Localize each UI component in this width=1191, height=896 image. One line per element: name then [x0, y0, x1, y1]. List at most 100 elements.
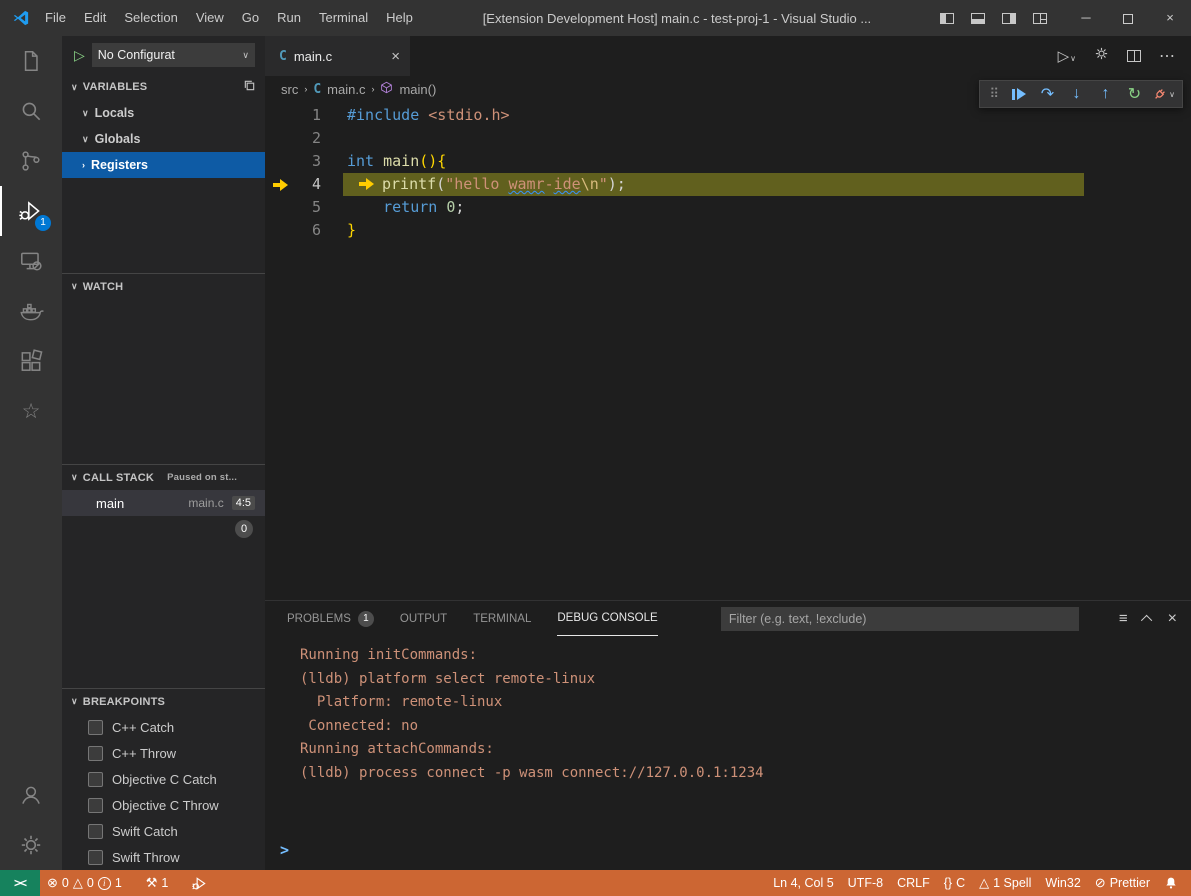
- maximize-button[interactable]: [1107, 0, 1149, 36]
- debug-status[interactable]: [185, 870, 214, 896]
- variables-item-globals[interactable]: ∨ Globals: [62, 126, 265, 152]
- maximize-panel-icon[interactable]: [1141, 614, 1152, 625]
- menu-selection[interactable]: Selection: [115, 0, 186, 36]
- problems-status[interactable]: ⊗ 0 △ 0 i 1: [40, 870, 129, 896]
- problems-label: PROBLEMS: [287, 613, 351, 625]
- customize-layout-icon[interactable]: [1033, 13, 1047, 24]
- code-editor[interactable]: 1 #include <stdio.h> 2 3 int main(){ 4 p…: [265, 102, 1191, 600]
- formatter-status[interactable]: ⊘ Prettier: [1088, 875, 1157, 891]
- gutter-glyph[interactable]: [265, 150, 295, 173]
- console-prompt[interactable]: >: [280, 839, 1191, 871]
- breadcrumb-symbol[interactable]: main(): [399, 82, 436, 97]
- toggle-secondary-sidebar-icon[interactable]: [1002, 13, 1016, 24]
- encoding-indicator[interactable]: UTF-8: [841, 876, 890, 890]
- settings-gear-icon[interactable]: [0, 820, 62, 870]
- tools-status[interactable]: ⚒ 1: [139, 870, 176, 896]
- breakpoint-objc-throw[interactable]: Objective C Throw: [62, 792, 265, 818]
- launch-config-dropdown[interactable]: No Configurat ∨: [92, 43, 255, 67]
- start-debug-icon[interactable]: ▷: [74, 47, 85, 64]
- search-icon[interactable]: [0, 86, 62, 136]
- run-and-debug-icon[interactable]: 1: [0, 186, 62, 236]
- variables-item-locals[interactable]: ∨ Locals: [62, 100, 265, 126]
- breakpoint-cpp-throw[interactable]: C++ Throw: [62, 740, 265, 766]
- settings-gear-icon[interactable]: [1094, 46, 1109, 66]
- explorer-icon[interactable]: [0, 36, 62, 86]
- tab-output[interactable]: OUTPUT: [400, 601, 447, 636]
- step-into-button[interactable]: ↓: [1062, 85, 1091, 103]
- minimize-button[interactable]: ─: [1065, 0, 1107, 36]
- wamr-extension-star-icon[interactable]: ☆: [0, 386, 62, 436]
- close-panel-icon[interactable]: ×: [1168, 610, 1177, 628]
- vscode-window: File Edit Selection View Go Run Terminal…: [0, 0, 1191, 896]
- menu-help[interactable]: Help: [377, 0, 422, 36]
- source-control-icon[interactable]: [0, 136, 62, 186]
- gutter-glyph[interactable]: [265, 127, 295, 150]
- current-line-pointer-icon[interactable]: [265, 173, 295, 196]
- output-label: OUTPUT: [400, 613, 447, 625]
- tab-terminal[interactable]: TERMINAL: [473, 601, 531, 636]
- spell-checker-status[interactable]: △ 1 Spell: [972, 875, 1038, 891]
- filter-icon[interactable]: ≡: [1119, 610, 1128, 627]
- step-out-button[interactable]: ↑: [1091, 85, 1120, 103]
- tab-close-icon[interactable]: ×: [391, 48, 400, 65]
- close-button[interactable]: ×: [1149, 0, 1191, 36]
- maximize-icon: [1123, 14, 1133, 24]
- restart-button[interactable]: ↻: [1120, 84, 1149, 104]
- chevron-right-icon: ›: [82, 160, 85, 170]
- breakpoints-section-header[interactable]: ∨ BREAKPOINTS: [62, 688, 265, 714]
- gutter-glyph[interactable]: [265, 219, 295, 242]
- breadcrumb-folder[interactable]: src: [281, 82, 298, 97]
- language-mode[interactable]: {} C: [937, 876, 972, 890]
- copy-icon[interactable]: [243, 79, 256, 95]
- remote-explorer-icon[interactable]: [0, 236, 62, 286]
- remote-indicator[interactable]: ><: [0, 870, 40, 896]
- step-over-button[interactable]: ↷: [1033, 84, 1062, 104]
- checkbox-icon[interactable]: [88, 824, 103, 839]
- breakpoint-objc-catch[interactable]: Objective C Catch: [62, 766, 265, 792]
- toggle-panel-icon[interactable]: [971, 13, 985, 24]
- gutter-glyph[interactable]: [265, 196, 295, 219]
- breakpoint-label: Objective C Catch: [112, 772, 217, 787]
- variables-section-header[interactable]: ∨ VARIABLES: [62, 74, 265, 100]
- menu-edit[interactable]: Edit: [75, 0, 115, 36]
- debug-console-output[interactable]: Running initCommands: (lldb) platform se…: [265, 636, 1191, 870]
- menu-run[interactable]: Run: [268, 0, 310, 36]
- callstack-section-header[interactable]: ∨ CALL STACK Paused on st...: [62, 464, 265, 490]
- stack-frame-row[interactable]: main main.c 4:5: [62, 490, 265, 516]
- breakpoint-swift-catch[interactable]: Swift Catch: [62, 818, 265, 844]
- more-actions-icon[interactable]: ⋯: [1159, 46, 1175, 66]
- menu-view[interactable]: View: [187, 0, 233, 36]
- notifications-bell[interactable]: [1157, 876, 1185, 890]
- continue-button[interactable]: [1004, 88, 1033, 100]
- variables-item-registers[interactable]: › Registers: [62, 152, 265, 178]
- checkbox-icon[interactable]: [88, 772, 103, 787]
- watch-section-header[interactable]: ∨ WATCH: [62, 273, 265, 299]
- disconnect-button[interactable]: ∨: [1149, 86, 1178, 102]
- checkbox-icon[interactable]: [88, 850, 103, 865]
- cursor-position[interactable]: Ln 4, Col 5: [766, 876, 840, 890]
- checkbox-icon[interactable]: [88, 798, 103, 813]
- checkbox-icon[interactable]: [88, 720, 103, 735]
- split-editor-icon[interactable]: [1127, 50, 1141, 62]
- tab-problems[interactable]: PROBLEMS 1: [287, 601, 374, 636]
- extensions-icon[interactable]: [0, 336, 62, 386]
- menu-terminal[interactable]: Terminal: [310, 0, 377, 36]
- menu-file[interactable]: File: [36, 0, 75, 36]
- drag-grip-icon[interactable]: ⠿: [984, 86, 1004, 102]
- checkbox-icon[interactable]: [88, 746, 103, 761]
- menu-go[interactable]: Go: [233, 0, 268, 36]
- breakpoint-cpp-catch[interactable]: C++ Catch: [62, 714, 265, 740]
- toggle-sidebar-icon[interactable]: [940, 13, 954, 24]
- eol-indicator[interactable]: CRLF: [890, 876, 937, 890]
- breadcrumb-file[interactable]: main.c: [327, 82, 365, 97]
- docker-icon[interactable]: [0, 286, 62, 336]
- tab-main-c[interactable]: C main.c ×: [265, 36, 410, 76]
- gutter-glyph[interactable]: [265, 104, 295, 127]
- tab-debug-console[interactable]: DEBUG CONSOLE: [557, 601, 657, 636]
- console-filter-input[interactable]: [721, 607, 1079, 631]
- accounts-icon[interactable]: [0, 770, 62, 820]
- run-file-button[interactable]: ▷ ∨: [1058, 47, 1076, 65]
- breakpoint-swift-throw[interactable]: Swift Throw: [62, 844, 265, 870]
- platform-indicator[interactable]: Win32: [1038, 876, 1087, 890]
- code-line-4-current: 4 printf("hello wamr-ide\n");: [265, 173, 1191, 196]
